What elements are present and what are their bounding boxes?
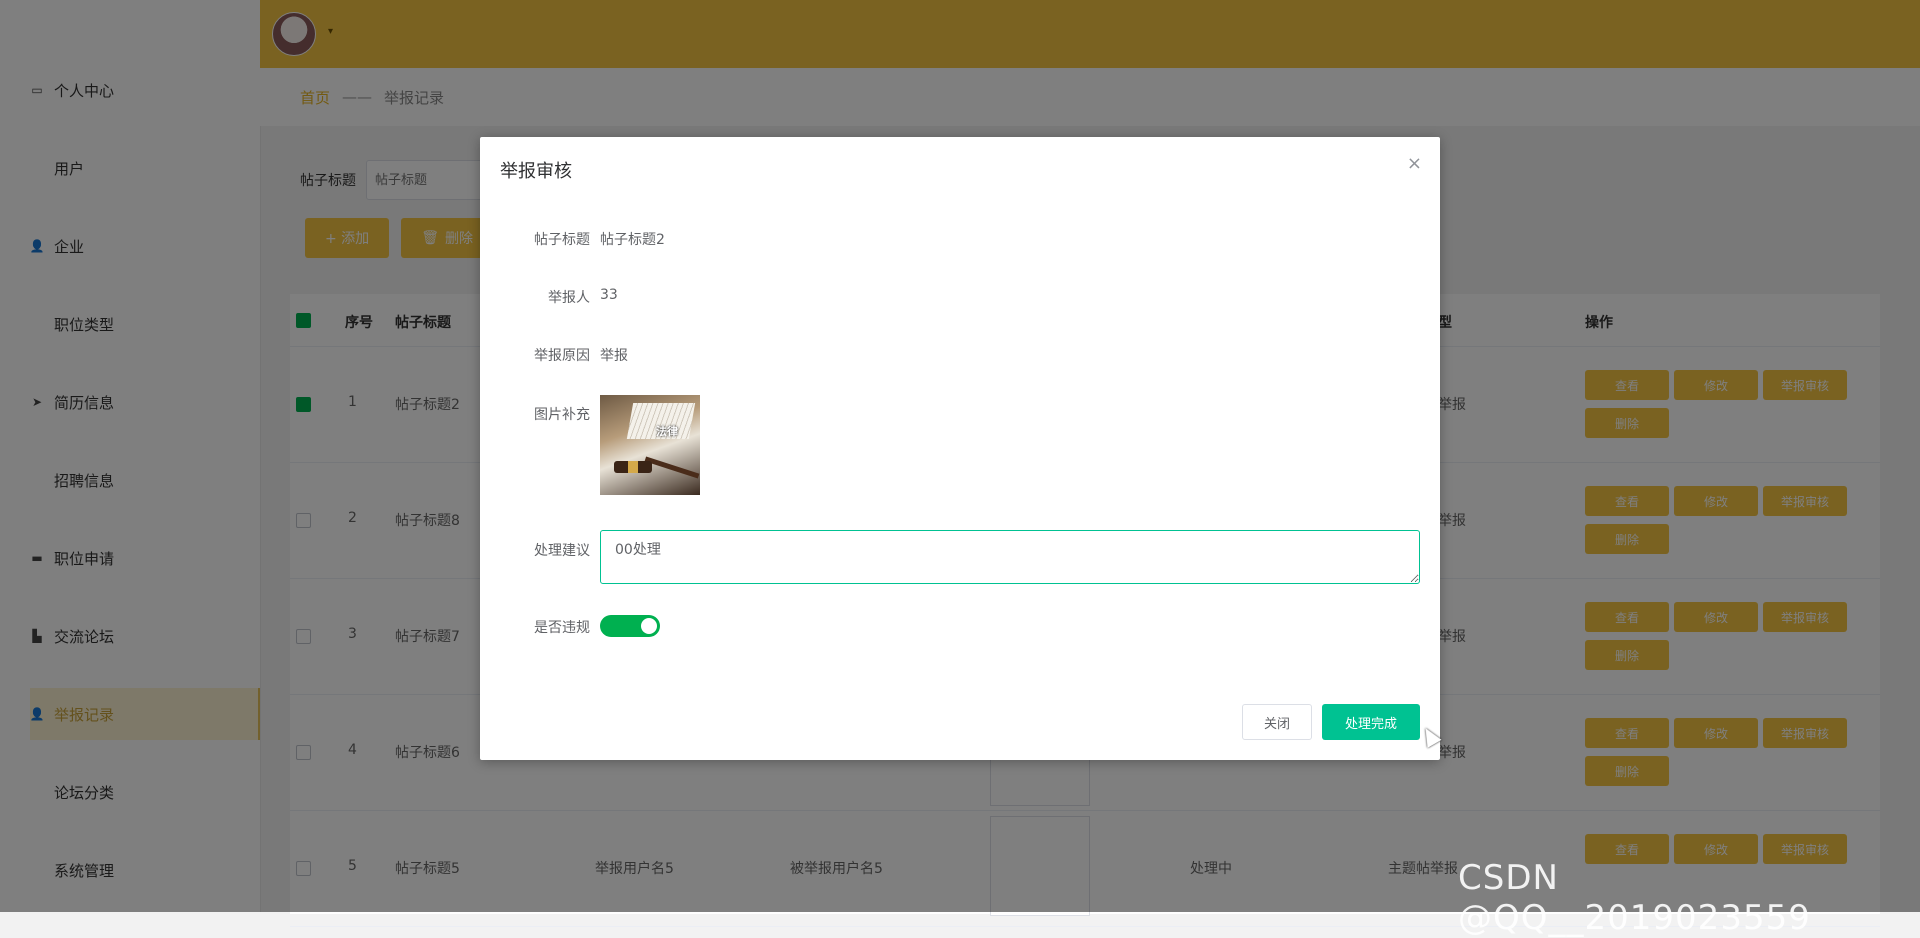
dialog-title: 举报审核 [500,161,572,182]
post-title-label: 帖子标题 [534,232,590,248]
suggestion-label: 处理建议 [534,543,590,559]
image-label: 图片补充 [534,407,590,423]
reporter-value: 33 [600,287,618,303]
gavel-band-graphic [628,461,638,473]
post-title-value: 帖子标题2 [600,232,665,248]
suggestion-textarea[interactable]: 00处理 [600,530,1420,584]
reporter-label: 举报人 [548,290,590,306]
violation-switch[interactable] [600,615,660,637]
reason-label: 举报原因 [534,348,590,364]
process-done-button[interactable]: 处理完成 [1322,704,1420,740]
close-button[interactable]: 关闭 [1242,704,1312,740]
close-icon[interactable]: × [1407,153,1422,174]
report-review-dialog: 举报审核 × 帖子标题 帖子标题2 举报人 33 举报原因 举报 图片补充 法律… [480,137,1440,760]
image-caption: 法律 [656,425,678,438]
violation-label: 是否违规 [534,620,590,636]
reason-value: 举报 [600,348,628,364]
switch-knob [641,618,657,634]
watermark: CSDN @QQ__2019023559 [1458,858,1811,938]
evidence-image[interactable]: 法律 [600,395,700,495]
gavel-handle-graphic [644,456,700,479]
